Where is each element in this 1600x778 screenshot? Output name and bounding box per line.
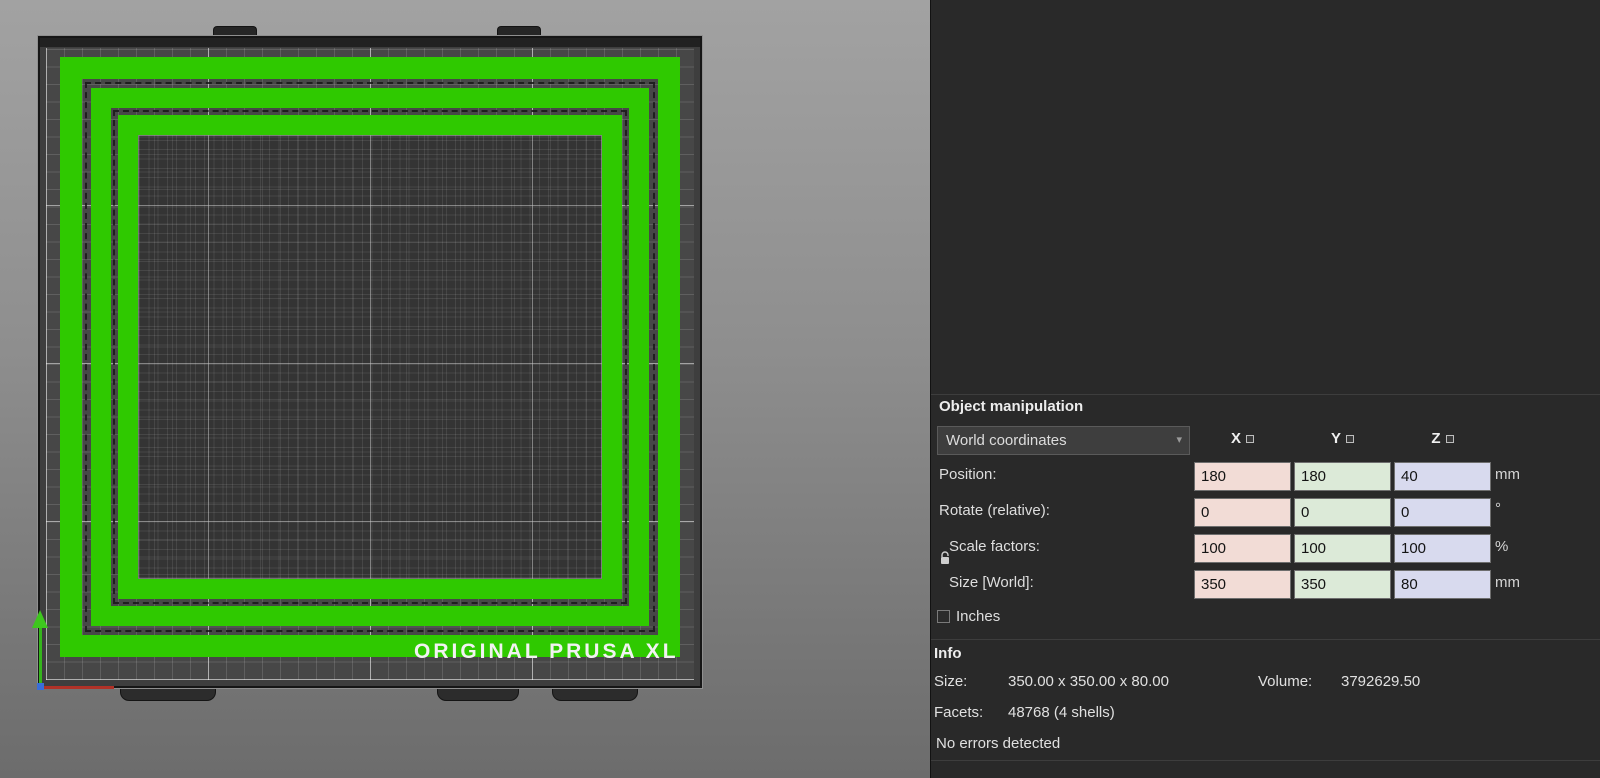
bed-brand-label: ORIGINAL PRUSA XL xyxy=(414,640,679,663)
info-volume-label: Volume: xyxy=(1258,673,1313,690)
bed-mount-tab xyxy=(213,26,257,36)
axis-header-x: X xyxy=(1194,430,1291,452)
app-window: ORIGINAL PRUSA XL Object manipulation Wo… xyxy=(0,0,1600,778)
axis-drag-icon xyxy=(1246,435,1254,444)
position-label: Position: xyxy=(939,466,997,483)
info-facets-value: 48768 (4 shells) xyxy=(1008,704,1115,721)
section-divider xyxy=(931,760,1600,761)
size-label: Size [World]: xyxy=(949,574,1034,591)
z-axis-indicator xyxy=(37,683,44,690)
scale-x-input[interactable] xyxy=(1194,534,1291,563)
position-x-input[interactable] xyxy=(1194,462,1291,491)
axis-drag-icon xyxy=(1445,435,1454,444)
size-x-input[interactable] xyxy=(1194,570,1291,599)
section-divider xyxy=(931,639,1600,640)
y-axis-indicator xyxy=(39,628,42,686)
scale-label: Scale factors: xyxy=(949,538,1040,555)
chevron-down-icon: ▾ xyxy=(1176,434,1182,446)
bed-top-edge xyxy=(40,38,700,47)
position-unit: mm xyxy=(1495,466,1520,483)
coordinates-dropdown[interactable]: World coordinates ▾ xyxy=(937,426,1190,455)
info-volume-value: 3792629.50 xyxy=(1341,673,1421,690)
info-size-value: 350.00 x 350.00 x 80.00 xyxy=(1008,673,1169,690)
rotate-y-input[interactable] xyxy=(1294,498,1391,527)
scale-unit: % xyxy=(1495,538,1509,555)
rotate-unit: ° xyxy=(1495,500,1501,517)
bed-mount-tab xyxy=(497,26,541,36)
bed-handle-tab xyxy=(437,688,519,701)
scale-z-input[interactable] xyxy=(1394,534,1491,563)
inches-checkbox-label: Inches xyxy=(956,608,1001,625)
coordinates-dropdown-value: World coordinates xyxy=(946,432,1067,449)
y-axis-arrow-icon xyxy=(32,610,48,628)
uniform-scale-lock-icon[interactable] xyxy=(939,551,951,570)
info-facets-label: Facets: xyxy=(934,704,984,721)
object-manipulation-title: Object manipulation xyxy=(939,398,1084,415)
model-inner-cavity xyxy=(138,135,602,579)
x-axis-indicator xyxy=(44,686,114,689)
section-divider xyxy=(931,394,1600,395)
axis-header-x-label: X xyxy=(1230,430,1241,447)
rotate-label: Rotate (relative): xyxy=(939,502,1050,519)
scale-y-input[interactable] xyxy=(1294,534,1391,563)
inches-checkbox[interactable] xyxy=(937,610,950,623)
rotate-z-input[interactable] xyxy=(1394,498,1491,527)
info-title: Info xyxy=(934,645,962,662)
info-errors-status: No errors detected xyxy=(936,735,1061,752)
bed-handle-tab xyxy=(552,688,638,701)
position-y-input[interactable] xyxy=(1294,462,1391,491)
size-unit: mm xyxy=(1495,574,1520,591)
size-z-input[interactable] xyxy=(1394,570,1491,599)
rotate-x-input[interactable] xyxy=(1194,498,1291,527)
info-size-label: Size: xyxy=(934,673,968,690)
axis-header-y-label: Y xyxy=(1330,430,1341,447)
axis-header-z-label: Z xyxy=(1431,430,1441,447)
size-y-input[interactable] xyxy=(1294,570,1391,599)
bed-handle-tab xyxy=(120,688,216,701)
3d-viewport[interactable]: ORIGINAL PRUSA XL xyxy=(0,0,930,778)
position-z-input[interactable] xyxy=(1394,462,1491,491)
sidebar-panel: Object manipulation World coordinates ▾ … xyxy=(930,0,1600,778)
axis-header-y: Y xyxy=(1294,430,1391,452)
axis-drag-icon xyxy=(1346,435,1354,444)
axis-header-z: Z xyxy=(1394,430,1491,452)
